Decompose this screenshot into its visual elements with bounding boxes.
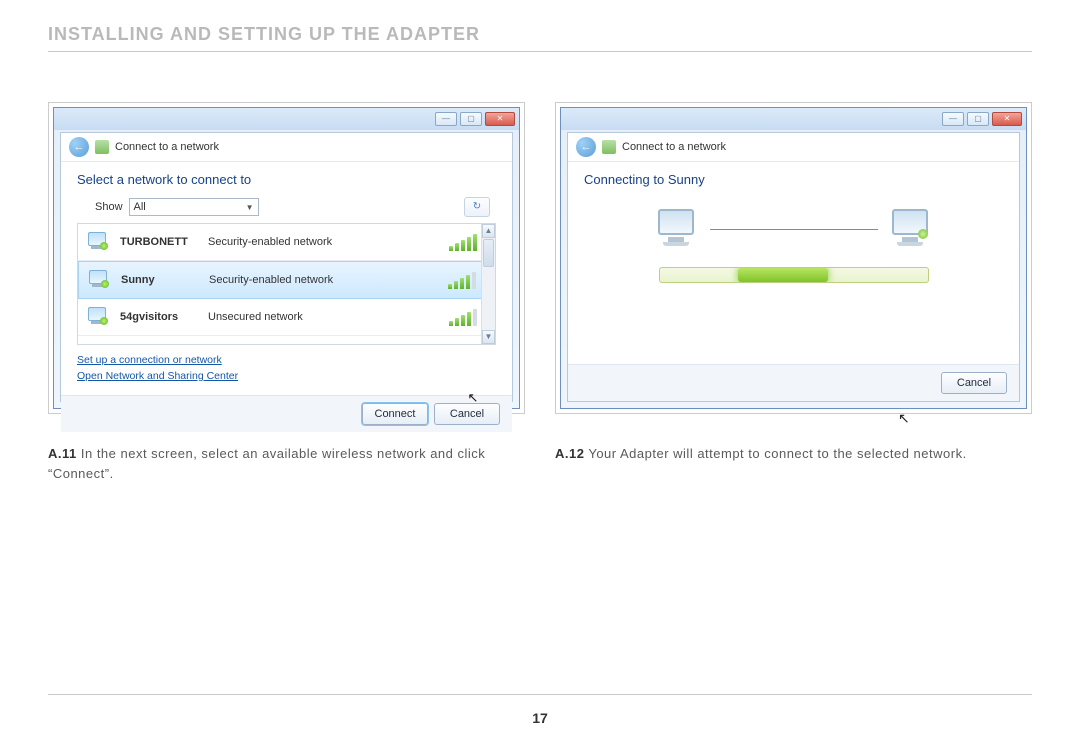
show-label: Show <box>95 201 123 213</box>
caption-a11: A.11 In the next screen, select an avail… <box>48 444 525 483</box>
caption-number: A.12 <box>555 446 584 461</box>
progress-bar <box>659 267 929 283</box>
scroll-down-icon[interactable]: ▼ <box>482 330 495 344</box>
maximize-button[interactable]: ▢ <box>460 112 482 126</box>
cancel-button[interactable]: Cancel <box>941 372 1007 394</box>
network-name: 54gvisitors <box>120 311 208 323</box>
breadcrumb: ← Connect to a network <box>568 133 1019 162</box>
divider-top <box>48 51 1032 52</box>
window-title: Connect to a network <box>622 141 726 153</box>
signal-icon <box>449 233 477 251</box>
network-list: ▲ ▼ TURBONETT Security-enabled network <box>77 223 496 345</box>
network-item[interactable]: Sunny Security-enabled network <box>78 261 495 299</box>
back-icon[interactable]: ← <box>576 137 596 157</box>
signal-icon <box>449 308 477 326</box>
connect-button-label: Connect <box>375 408 416 420</box>
instruction-text: Select a network to connect to <box>77 172 496 187</box>
network-icon <box>95 140 109 154</box>
connection-graphic <box>654 209 934 249</box>
section-title: INSTALLING AND SETTING UP THE ADAPTER <box>48 24 1032 51</box>
show-dropdown[interactable]: All ▼ <box>129 198 259 216</box>
titlebar: — ▢ ✕ <box>561 108 1026 130</box>
breadcrumb: ← Connect to a network <box>61 133 512 162</box>
caption-text: Your Adapter will attempt to connect to … <box>584 446 966 461</box>
computer-icon <box>86 232 110 252</box>
network-item[interactable]: 54gvisitors Unsecured network <box>78 299 495 336</box>
computer-icon <box>654 209 700 249</box>
caption-text: In the next screen, select an available … <box>48 446 485 481</box>
window-title: Connect to a network <box>115 141 219 153</box>
computer-icon <box>87 270 111 290</box>
figure-a11: — ▢ ✕ ← Connect to a network Select a ne… <box>48 102 525 483</box>
network-name: Sunny <box>121 274 209 286</box>
link-network-center[interactable]: Open Network and Sharing Center <box>77 369 496 385</box>
network-desc: Unsecured network <box>208 311 437 323</box>
figure-a12: — ▢ ✕ ← Connect to a network Connecting … <box>555 102 1032 483</box>
computer-icon <box>888 209 934 249</box>
cursor-icon: ↖ <box>467 388 478 408</box>
close-button[interactable]: ✕ <box>485 112 515 126</box>
network-icon <box>602 140 616 154</box>
cursor-icon: ↖ <box>898 410 910 427</box>
link-setup-connection[interactable]: Set up a connection or network <box>77 353 496 369</box>
maximize-button[interactable]: ▢ <box>967 112 989 126</box>
chevron-down-icon: ▼ <box>246 203 254 212</box>
minimize-button[interactable]: — <box>942 112 964 126</box>
instruction-text: Connecting to Sunny <box>584 172 1003 187</box>
divider-bottom <box>48 694 1032 695</box>
titlebar: — ▢ ✕ <box>54 108 519 130</box>
network-name: TURBONETT <box>120 236 208 248</box>
scroll-up-icon[interactable]: ▲ <box>482 224 495 238</box>
minimize-button[interactable]: — <box>435 112 457 126</box>
window-connect-select: — ▢ ✕ ← Connect to a network Select a ne… <box>53 107 520 409</box>
connect-button[interactable]: Connect ↖ <box>362 403 428 425</box>
connection-line <box>710 229 878 230</box>
back-icon[interactable]: ← <box>69 137 89 157</box>
scroll-thumb[interactable] <box>483 239 494 267</box>
page-number: 17 <box>0 710 1080 726</box>
network-desc: Security-enabled network <box>209 274 436 286</box>
close-button[interactable]: ✕ <box>992 112 1022 126</box>
computer-icon <box>86 307 110 327</box>
scrollbar[interactable]: ▲ ▼ <box>481 224 495 344</box>
window-connect-progress: — ▢ ✕ ← Connect to a network Connecting … <box>560 107 1027 409</box>
show-dropdown-value: All <box>134 201 146 213</box>
signal-icon <box>448 271 476 289</box>
network-item[interactable]: TURBONETT Security-enabled network <box>78 224 495 261</box>
network-desc: Security-enabled network <box>208 236 437 248</box>
caption-number: A.11 <box>48 446 77 461</box>
caption-a12: A.12 Your Adapter will attempt to connec… <box>555 444 1032 464</box>
refresh-button[interactable]: ↻ <box>464 197 490 217</box>
